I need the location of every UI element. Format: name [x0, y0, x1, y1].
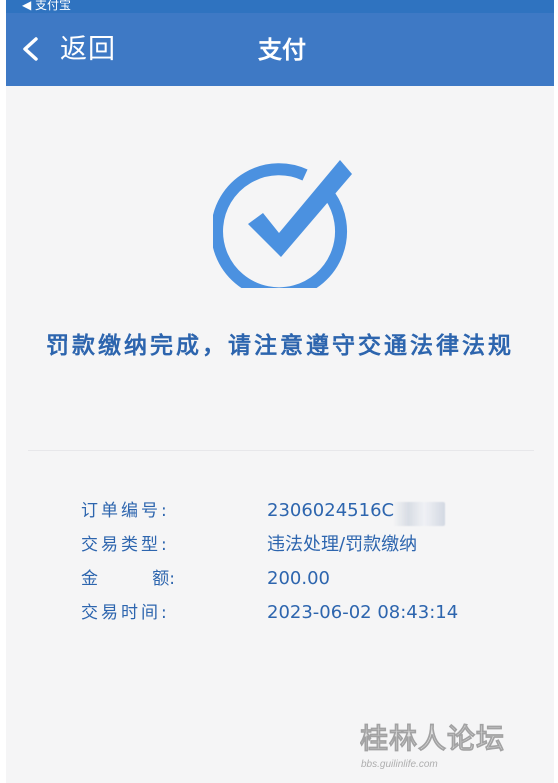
status-strip: ◀ 支付宝 [6, 0, 554, 13]
check-circle-icon [213, 160, 352, 288]
forum-watermark: 桂林人论坛 bbs.guilinlife.com [360, 723, 505, 770]
order-number-label: 订单编号: [81, 501, 170, 521]
amount-label: 金 额: [81, 562, 193, 596]
payment-complete-message: 罚款缴纳完成，请注意遵守交通法律法规 [46, 333, 514, 359]
transaction-time-row: 交易时间: 2023-06-02 08:43:14 [6, 596, 554, 630]
transaction-type-row: 交易类型: 违法处理/罚款缴纳 [6, 528, 554, 562]
back-button[interactable]: 返回 [6, 13, 126, 86]
transaction-details: 订单编号: 2306024516C 交易类型: 违法处理/罚款缴纳 金 额: 2… [6, 494, 554, 654]
amount-label-spread: 金 额: [81, 562, 175, 596]
transaction-type-value: 违法处理/罚款缴纳 [267, 534, 418, 555]
page-title: 支付 [258, 36, 306, 64]
payment-result-screen: ◀ 支付宝 返回 支付 罚款缴纳完成，请注意遵守交通法律法规 订单编号: 230… [0, 0, 558, 783]
top-navigation-bar: 返回 支付 [6, 13, 554, 86]
transaction-time-label: 交易时间: [81, 603, 170, 623]
order-number-value: 2306024516C [267, 500, 395, 521]
redacted-order-number-blur [393, 502, 445, 526]
back-label: 返回 [60, 34, 116, 65]
watermark-main-text: 桂林人论坛 [360, 723, 505, 755]
amount-value: 200.00 [267, 568, 330, 589]
watermark-sub-text: bbs.guilinlife.com [361, 759, 438, 770]
transaction-time-value: 2023-06-02 08:43:14 [267, 602, 459, 623]
amount-label-left: 金 [81, 569, 98, 589]
amount-row: 金 额: 200.00 [6, 562, 554, 596]
status-back-to-alipay[interactable]: ◀ 支付宝 [22, 0, 71, 13]
order-number-row: 订单编号: 2306024516C [6, 494, 554, 528]
transaction-type-label: 交易类型: [81, 535, 170, 555]
payment-result-content: 罚款缴纳完成，请注意遵守交通法律法规 订单编号: 2306024516C 交易类… [6, 86, 554, 783]
chevron-left-icon [23, 37, 38, 61]
amount-label-right: 额: [152, 569, 175, 589]
section-divider [28, 450, 534, 451]
